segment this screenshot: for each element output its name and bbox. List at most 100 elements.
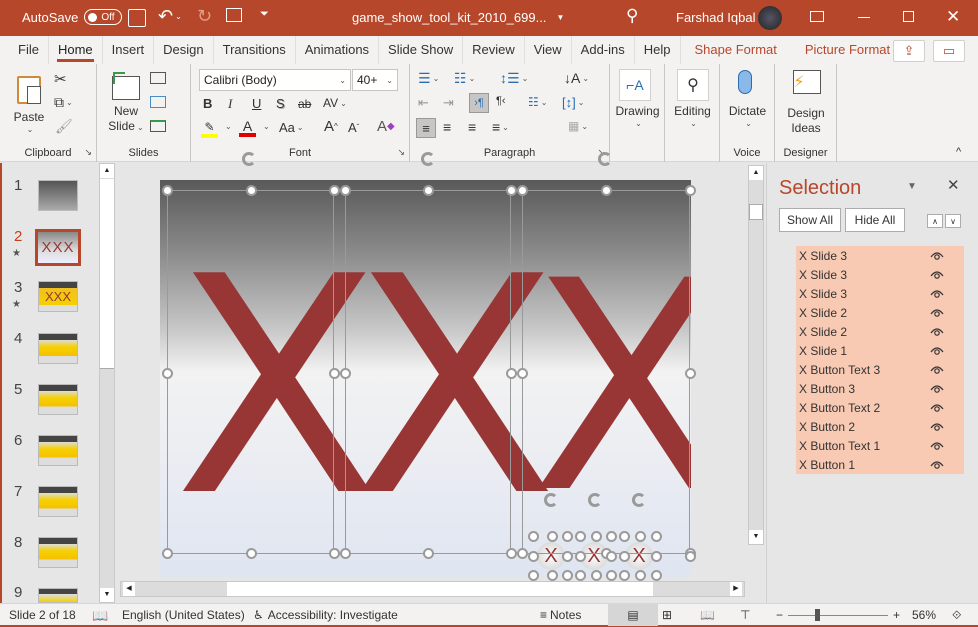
align-center-button[interactable]: ≡ [443,119,451,135]
present-icon[interactable] [226,8,242,22]
resize-handle[interactable] [245,548,257,559]
dictate-button[interactable]: Dictate ⌄ [720,104,775,128]
resize-handle[interactable] [619,551,630,562]
smartart-button[interactable]: ▦ ⌄ [568,119,588,133]
eye-icon[interactable] [930,363,944,377]
resize-handle[interactable] [506,368,517,379]
fit-to-window-icon[interactable]: ⟐ [952,608,961,623]
tab-add-ins[interactable]: Add-ins [572,36,635,64]
slideshow-button[interactable]: ⊤ [740,608,750,622]
resize-handle[interactable] [528,551,539,562]
char-spacing-button[interactable]: AV ⌄ [323,96,347,110]
resize-handle[interactable] [606,531,617,542]
eye-icon[interactable] [930,401,944,415]
align-right-button[interactable]: ≡ [468,119,476,135]
normal-view-button[interactable]: ▤ [608,604,658,626]
shadow-button[interactable]: S [276,96,285,111]
selection-list-item[interactable]: X Slide 3 [796,246,964,265]
decrease-indent-button[interactable]: ⇤ [418,95,429,111]
resize-handle[interactable] [340,548,351,559]
filename[interactable]: game_show_tool_kit_2010_699... ▼ [352,10,564,25]
clear-formatting-icon[interactable]: A ◆ [377,118,395,135]
resize-handle[interactable] [575,531,586,542]
font-color-dropdown[interactable]: ⌄ [261,122,270,131]
change-case-button[interactable]: Aa ⌄ [279,120,304,135]
spellcheck-icon[interactable]: 📖 [92,608,108,624]
collapse-ribbon-icon[interactable]: ^ [956,146,961,158]
justify-button[interactable]: ≡ ⌄ [492,119,509,135]
slide-sorter-button[interactable]: ⊞ [662,608,672,622]
undo-icon[interactable]: ↶ ⌄ [158,6,182,27]
resize-handle[interactable] [329,368,340,379]
show-all-button[interactable]: Show All [779,208,841,232]
tab-file[interactable]: File [9,36,49,64]
hide-all-button[interactable]: Hide All [845,208,905,232]
rtl-button[interactable]: ¶‹ [496,95,506,107]
resize-handle[interactable] [685,368,696,379]
scroll-up-icon[interactable]: ▲ [100,164,114,178]
copy-icon[interactable]: ⧉ ⌄ [54,94,73,111]
resize-handle[interactable] [340,368,351,379]
resize-handle[interactable] [528,531,539,542]
tab-transitions[interactable]: Transitions [214,36,296,64]
minimize-icon[interactable] [858,17,870,18]
strikethrough-button[interactable]: ab [298,97,311,111]
resize-handle[interactable] [506,185,517,196]
pane-options-icon[interactable]: ▼ [907,181,917,192]
text-direction-button[interactable]: ↓A ⌄ [564,70,589,86]
highlight-button[interactable]: ✎ [201,120,218,138]
tab-view[interactable]: View [525,36,572,64]
rotate-handle-icon[interactable] [544,493,558,507]
zoom-slider[interactable] [788,615,888,616]
scroll-down-icon[interactable]: ▼ [100,588,114,602]
resize-handle[interactable] [591,531,602,542]
zoom-in-button[interactable]: + [893,608,900,622]
resize-handle[interactable] [547,531,558,542]
notes-button[interactable]: ≡ Notes [540,608,581,622]
tab-review[interactable]: Review [463,36,525,64]
rotate-handle-icon[interactable] [588,493,602,507]
resize-handle[interactable] [162,548,173,559]
scroll-left-icon[interactable]: ◀ [123,582,135,596]
rotate-handle-icon[interactable] [421,152,435,166]
ltr-button[interactable]: ›¶ [469,93,489,113]
section-icon[interactable] [150,120,166,132]
resize-handle[interactable] [575,570,586,581]
resize-handle[interactable] [591,570,602,581]
eye-icon[interactable] [930,382,944,396]
resize-handle[interactable] [651,551,662,562]
resize-handle[interactable] [517,548,528,559]
font-color-button[interactable]: A [239,119,256,137]
resize-handle[interactable] [685,185,696,196]
paste-button[interactable]: Paste ⌄ [12,70,46,140]
font-size-select[interactable]: 40+ ⌄ [352,69,398,91]
slide-thumbnail-7[interactable] [38,486,78,517]
autosave[interactable]: AutoSave Off [22,9,123,25]
microphone-icon[interactable] [738,70,752,94]
eye-icon[interactable] [930,249,944,263]
eye-icon[interactable] [930,268,944,282]
selection-list-item[interactable]: X Slide 2 [796,303,964,322]
resize-handle[interactable] [635,570,646,581]
tab-home[interactable]: Home [49,36,103,64]
slide-thumbnail-9[interactable] [38,588,78,603]
resize-handle[interactable] [619,570,630,581]
resize-handle[interactable] [635,531,646,542]
slide-thumbnail-5[interactable] [38,384,78,415]
scroll-thumb[interactable] [749,204,763,220]
resize-handle[interactable] [423,185,434,196]
bold-button[interactable]: B [203,96,212,111]
slide-thumbnail-6[interactable] [38,435,78,466]
selection-list-item[interactable]: X Button Text 1 [796,436,964,455]
editing-button[interactable]: Editing ⌄ [665,104,720,128]
tab-help[interactable]: Help [635,36,681,64]
selection-list-item[interactable]: X Button Text 3 [796,360,964,379]
slide-thumbnail-8[interactable] [38,537,78,568]
selection-list-item[interactable]: X Button 1 [796,455,964,474]
selection-list-item[interactable]: X Slide 2 [796,322,964,341]
selection-list-item[interactable]: X Slide 3 [796,265,964,284]
shrink-font-button[interactable]: Aˇ [348,120,359,135]
redo-icon[interactable]: ↻ [197,6,212,27]
ribbon-display-icon[interactable] [810,11,824,22]
scroll-up-icon[interactable]: ▲ [749,166,763,180]
